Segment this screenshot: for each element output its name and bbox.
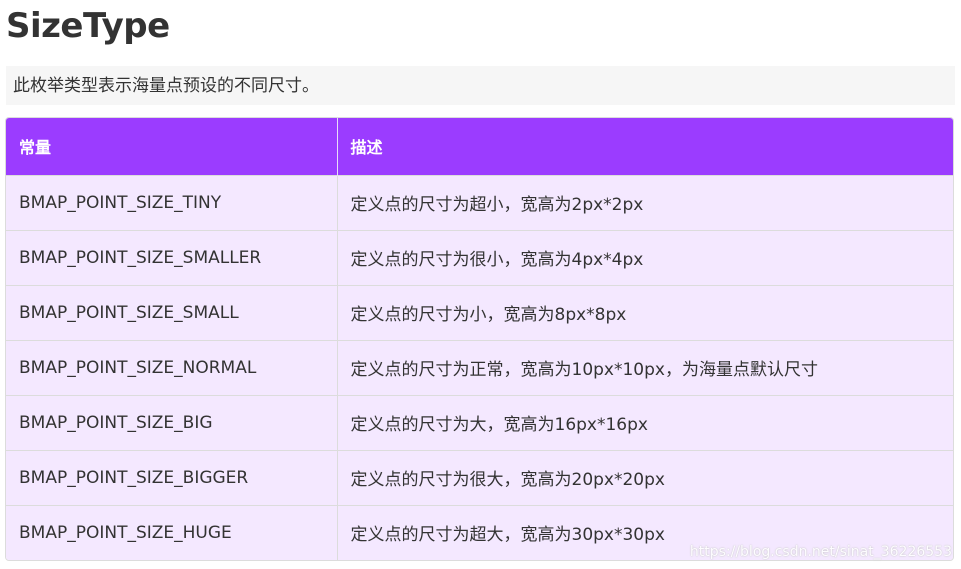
header-constant: 常量 <box>6 118 338 175</box>
description-cell: 定义点的尺寸为小，宽高为8px*8px <box>337 284 953 340</box>
description-block: 此枚举类型表示海量点预设的不同尺寸。 <box>6 66 955 105</box>
constant-cell: BMAP_POINT_SIZE_TINY <box>6 174 338 230</box>
constant-cell: BMAP_POINT_SIZE_NORMAL <box>6 339 338 395</box>
table-row: BMAP_POINT_SIZE_SMALL 定义点的尺寸为小，宽高为8px*8p… <box>6 284 953 340</box>
description-cell: 定义点的尺寸为超小，宽高为2px*2px <box>337 174 953 230</box>
description-cell: 定义点的尺寸为正常，宽高为10px*10px，为海量点默认尺寸 <box>337 339 953 395</box>
header-description: 描述 <box>337 118 953 175</box>
constants-table: 常量 描述 BMAP_POINT_SIZE_TINY 定义点的尺寸为超小，宽高为… <box>6 118 953 560</box>
constant-cell: BMAP_POINT_SIZE_BIG <box>6 394 338 450</box>
description-cell: 定义点的尺寸为超大，宽高为30px*30px <box>337 504 953 560</box>
table-row: BMAP_POINT_SIZE_BIGGER 定义点的尺寸为很大，宽高为20px… <box>6 449 953 505</box>
table-header-row: 常量 描述 <box>6 118 953 175</box>
table-row: BMAP_POINT_SIZE_HUGE 定义点的尺寸为超大，宽高为30px*3… <box>6 504 953 560</box>
description-cell: 定义点的尺寸为很大，宽高为20px*20px <box>337 449 953 505</box>
page-title: SizeType <box>6 6 170 46</box>
table-row: BMAP_POINT_SIZE_NORMAL 定义点的尺寸为正常，宽高为10px… <box>6 339 953 395</box>
table-row: BMAP_POINT_SIZE_BIG 定义点的尺寸为大，宽高为16px*16p… <box>6 394 953 450</box>
constant-cell: BMAP_POINT_SIZE_SMALLER <box>6 229 338 285</box>
constant-cell: BMAP_POINT_SIZE_SMALL <box>6 284 338 340</box>
constant-cell: BMAP_POINT_SIZE_HUGE <box>6 504 338 560</box>
description-cell: 定义点的尺寸为大，宽高为16px*16px <box>337 394 953 450</box>
description-cell: 定义点的尺寸为很小，宽高为4px*4px <box>337 229 953 285</box>
size-type-table: 常量 描述 BMAP_POINT_SIZE_TINY 定义点的尺寸为超小，宽高为… <box>5 117 954 561</box>
table-row: BMAP_POINT_SIZE_SMALLER 定义点的尺寸为很小，宽高为4px… <box>6 229 953 285</box>
table-row: BMAP_POINT_SIZE_TINY 定义点的尺寸为超小，宽高为2px*2p… <box>6 174 953 230</box>
constant-cell: BMAP_POINT_SIZE_BIGGER <box>6 449 338 505</box>
